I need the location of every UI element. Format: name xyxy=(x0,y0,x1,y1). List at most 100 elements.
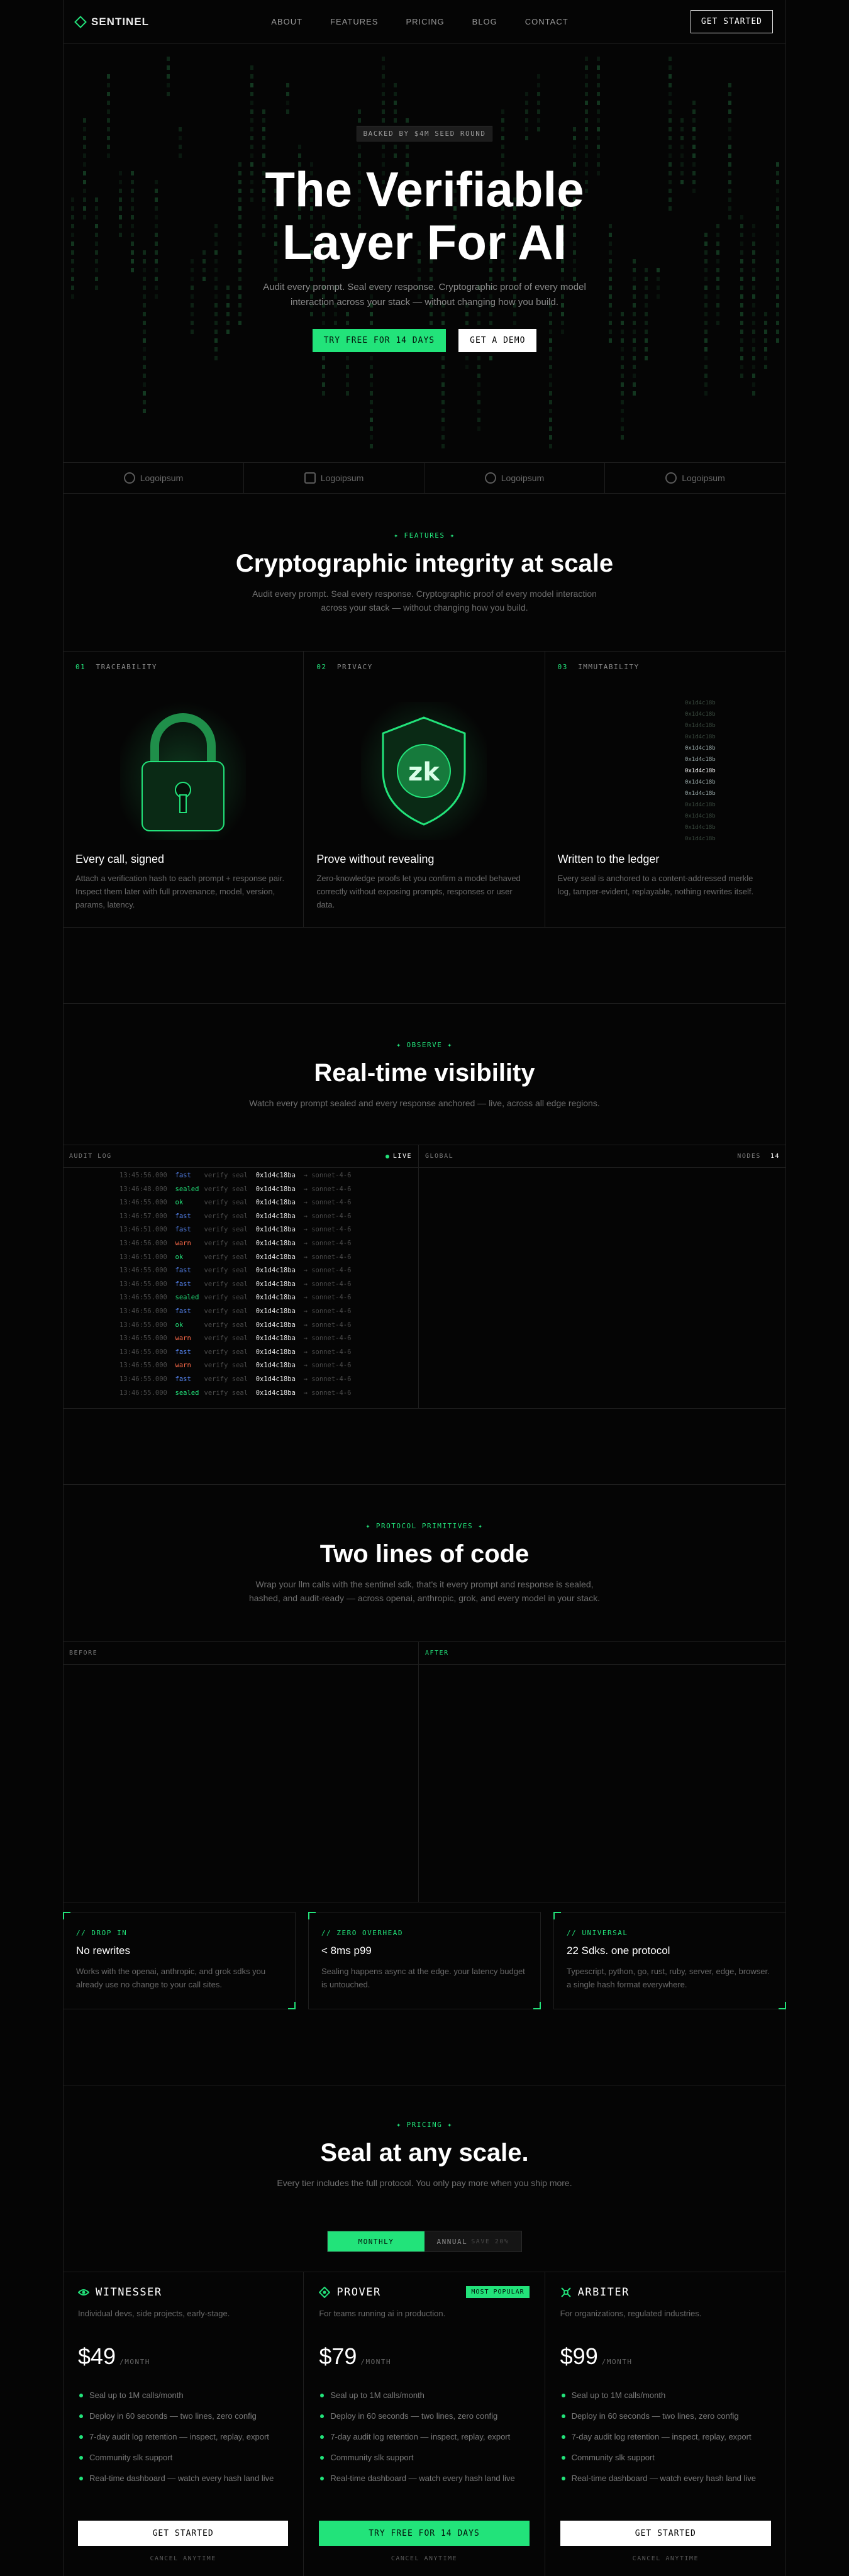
hero-section: BACKED BY $4M SEED ROUND The Verifiable L… xyxy=(63,44,786,462)
card-body: Zero-knowledge proofs let you confirm a … xyxy=(316,874,521,909)
nav-link-contact[interactable]: CONTACT xyxy=(525,17,569,26)
matrix-glyph xyxy=(286,92,289,96)
funding-pill: BACKED BY $4M SEED ROUND xyxy=(356,126,493,142)
matrix-glyph xyxy=(250,118,253,123)
matrix-glyph xyxy=(728,92,731,96)
scales-icon xyxy=(560,2287,571,2297)
matrix-glyph xyxy=(597,65,600,70)
plan-feature: Deploy in 60 seconds — two lines, zero c… xyxy=(78,2409,288,2423)
features-subtitle: Audit every prompt. Seal every response.… xyxy=(252,589,597,613)
matrix-glyph xyxy=(477,356,480,360)
matrix-glyph xyxy=(549,365,552,369)
matrix-glyph xyxy=(633,391,636,396)
get-demo-button[interactable]: GET A DEMO xyxy=(458,329,537,352)
matrix-glyph xyxy=(549,391,552,396)
matrix-glyph xyxy=(728,83,731,87)
padlock-illustration xyxy=(75,689,291,853)
matrix-glyph xyxy=(537,92,540,96)
partner-logo: Logoipsum xyxy=(244,463,425,493)
matrix-glyph xyxy=(645,356,648,360)
code-before: BEFORE xyxy=(63,1642,419,1902)
matrix-glyph xyxy=(537,118,540,123)
matrix-glyph xyxy=(322,374,325,378)
log-row: 13:46:55.000 warn verify seal 0x1d4c18ba … xyxy=(119,1362,352,1370)
card-body: Every seal is anchored to a content-addr… xyxy=(557,874,754,896)
matrix-glyph xyxy=(322,391,325,396)
matrix-glyph xyxy=(322,365,325,369)
matrix-glyph xyxy=(764,365,767,369)
matrix-glyph xyxy=(394,109,397,114)
global-label: GLOBAL xyxy=(425,1153,454,1160)
plan-witnesser: WITNESSER Individual devs, side projects… xyxy=(63,2272,304,2576)
matrix-glyph xyxy=(633,365,636,369)
matrix-glyph xyxy=(167,57,170,61)
get-started-button[interactable]: GET STARTED xyxy=(690,10,773,33)
ledger-entry: 0x1d4c18b xyxy=(684,791,716,797)
plan-name: ARBITER xyxy=(577,2286,630,2299)
matrix-glyph xyxy=(441,356,445,360)
matrix-glyph xyxy=(358,109,361,114)
plan-cta-button[interactable]: TRY FREE FOR 14 DAYS xyxy=(319,2521,530,2546)
matrix-glyph xyxy=(537,74,540,79)
matrix-glyph xyxy=(549,374,552,378)
matrix-glyph xyxy=(704,356,708,360)
ledger-entry: 0x1d4c18b xyxy=(684,824,716,831)
matrix-glyph xyxy=(250,109,253,114)
prop-title: 22 Sdks. one protocol xyxy=(567,1945,670,1957)
plan-arbiter: ARBITER For organizations, regulated ind… xyxy=(545,2272,786,2576)
prop-card: // DROP IN No rewrites Works with the op… xyxy=(63,1912,296,2009)
audit-panel: AUDIT LOG LIVE 13:45:56.000 fast verify se… xyxy=(63,1145,786,1409)
matrix-glyph xyxy=(370,374,373,378)
ledger-illustration: 0x1d4c18b 0x1d4c18b 0x1d4c18b 0x1d4c18b 0x1d… xyxy=(558,689,774,853)
diamond-logo-icon xyxy=(74,15,87,28)
matrix-glyph xyxy=(525,109,528,114)
live-dot-icon xyxy=(385,1154,389,1158)
matrix-glyph xyxy=(143,400,146,404)
code-subtitle: Wrap your llm calls with the sentinel sd… xyxy=(249,1579,600,1603)
nav-link-about[interactable]: ABOUT xyxy=(271,17,302,26)
log-row: 13:46:55.000 fast verify seal 0x1d4c18ba … xyxy=(119,1375,352,1383)
plan-cta-button[interactable]: GET STARTED xyxy=(560,2521,771,2546)
nav-link-pricing[interactable]: PRICING xyxy=(406,17,444,26)
plan-feature: Community slk support xyxy=(319,2451,529,2464)
matrix-glyph xyxy=(262,109,265,114)
observe-title: Real-time visibility xyxy=(314,1059,535,1087)
plan-cta-button[interactable]: GET STARTED xyxy=(78,2521,289,2546)
matrix-glyph xyxy=(621,356,624,360)
monthly-toggle[interactable]: MONTHLY xyxy=(328,2231,425,2251)
matrix-glyph xyxy=(286,101,289,105)
card-title: Every call, signed xyxy=(75,853,165,865)
matrix-glyph xyxy=(525,118,528,123)
matrix-glyph xyxy=(107,92,110,96)
matrix-glyph xyxy=(370,418,373,422)
log-row: 13:45:56.000 fast verify seal 0x1d4c18ba … xyxy=(119,1172,352,1179)
log-row: 13:46:56.000 warn verify seal 0x1d4c18ba … xyxy=(119,1239,352,1247)
nav-link-features[interactable]: FEATURES xyxy=(330,17,378,26)
matrix-glyph xyxy=(370,426,373,431)
matrix-glyph xyxy=(752,382,755,387)
matrix-glyph xyxy=(322,356,325,360)
annual-toggle[interactable]: ANNUAL SAVE 20% xyxy=(425,2231,521,2251)
matrix-glyph xyxy=(621,391,624,396)
matrix-glyph xyxy=(597,92,600,96)
logo-text: Logoipsum xyxy=(140,473,184,483)
matrix-glyph xyxy=(477,365,480,369)
plan-feature: Real-time dashboard — watch every hash l… xyxy=(560,2472,771,2485)
matrix-glyph xyxy=(585,74,588,79)
matrix-glyph xyxy=(441,391,445,396)
plan-price: $49/MONTH xyxy=(78,2343,150,2369)
try-free-button[interactable]: TRY FREE FOR 14 DAYS xyxy=(312,329,447,352)
matrix-glyph xyxy=(441,435,445,440)
brand[interactable]: SENTINEL xyxy=(74,15,149,28)
matrix-glyph xyxy=(370,409,373,413)
matrix-glyph xyxy=(752,365,755,369)
matrix-glyph xyxy=(143,374,146,378)
card-label: 03 IMMUTABILITY xyxy=(557,663,640,671)
matrix-glyph xyxy=(370,400,373,404)
nav-link-blog[interactable]: BLOG xyxy=(472,17,497,26)
plan-feature: Seal up to 1M calls/month xyxy=(560,2389,771,2402)
matrix-glyph xyxy=(752,356,755,360)
matrix-glyph xyxy=(382,57,385,61)
matrix-glyph xyxy=(167,74,170,79)
matrix-glyph xyxy=(286,109,289,114)
